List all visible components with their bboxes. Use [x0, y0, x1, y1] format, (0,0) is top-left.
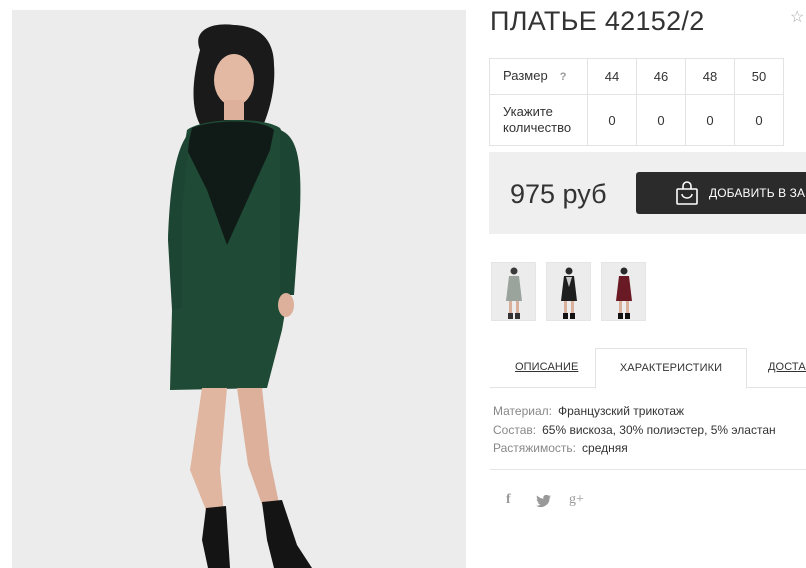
section-divider: [490, 469, 806, 470]
quantity-label: Укажите количество: [489, 94, 588, 146]
star-icon[interactable]: ☆: [790, 10, 806, 26]
thumbnail-burgundy-dress[interactable]: [601, 262, 646, 321]
size-cell: 50: [734, 58, 784, 95]
add-to-order-label: ДОБАВИТЬ В ЗАКАЗ: [709, 186, 806, 200]
quantity-input[interactable]: 0: [636, 94, 686, 146]
twitter-share-icon[interactable]: [536, 494, 551, 510]
tab-characteristics[interactable]: ХАРАКТЕРИСТИКИ: [595, 348, 747, 389]
product-price: 975 руб: [510, 179, 607, 209]
quantity-input[interactable]: 0: [685, 94, 735, 146]
size-row: Размер? 44 46 48 50: [489, 58, 784, 95]
thumbnail-black-dress[interactable]: [546, 262, 591, 321]
spec-value: 65% вискоза, 30% полиэстер, 5% эластан: [542, 423, 776, 437]
quantity-row: Укажите количество 0 0 0 0: [489, 94, 784, 146]
shopping-bag-icon: [676, 181, 698, 205]
spec-key: Растяжимость:: [493, 441, 577, 455]
size-help-icon[interactable]: ?: [560, 69, 567, 85]
tab-delivery[interactable]: ДОСТАВКА: [768, 361, 806, 373]
price-panel: 975 руб ДОБАВИТЬ В ЗАКАЗ: [489, 152, 806, 234]
google-plus-share-icon[interactable]: g+: [569, 492, 584, 508]
product-title: ПЛАТЬЕ 42152/2: [490, 6, 705, 36]
size-cell: 44: [587, 58, 637, 95]
spec-row-composition: Состав: 65% вискоза, 30% полиэстер, 5% эл…: [493, 423, 776, 437]
size-label-cell: Размер?: [489, 58, 588, 95]
spec-value: средняя: [582, 441, 628, 455]
size-quantity-table: Размер? 44 46 48 50 Укажите количество 0…: [489, 58, 784, 146]
tab-characteristics-label: ХАРАКТЕРИСТИКИ: [619, 362, 723, 374]
product-main-image[interactable]: [12, 10, 466, 568]
quantity-input[interactable]: 0: [587, 94, 637, 146]
spec-key: Материал:: [493, 404, 552, 418]
size-cell: 46: [636, 58, 686, 95]
spec-value: Французский трикотаж: [557, 404, 685, 418]
spec-key: Состав:: [493, 423, 537, 437]
spec-row-material: Материал: Французский трикотаж: [493, 404, 684, 418]
tab-description[interactable]: ОПИСАНИЕ: [515, 361, 578, 373]
add-to-order-button[interactable]: ДОБАВИТЬ В ЗАКАЗ: [636, 172, 806, 214]
thumbnail-gray-dress[interactable]: [491, 262, 536, 321]
size-label: Размер: [503, 68, 548, 83]
size-cell: 48: [685, 58, 735, 95]
spec-row-stretch: Растяжимость: средняя: [493, 441, 628, 455]
facebook-share-icon[interactable]: f: [506, 492, 511, 508]
quantity-input[interactable]: 0: [734, 94, 784, 146]
